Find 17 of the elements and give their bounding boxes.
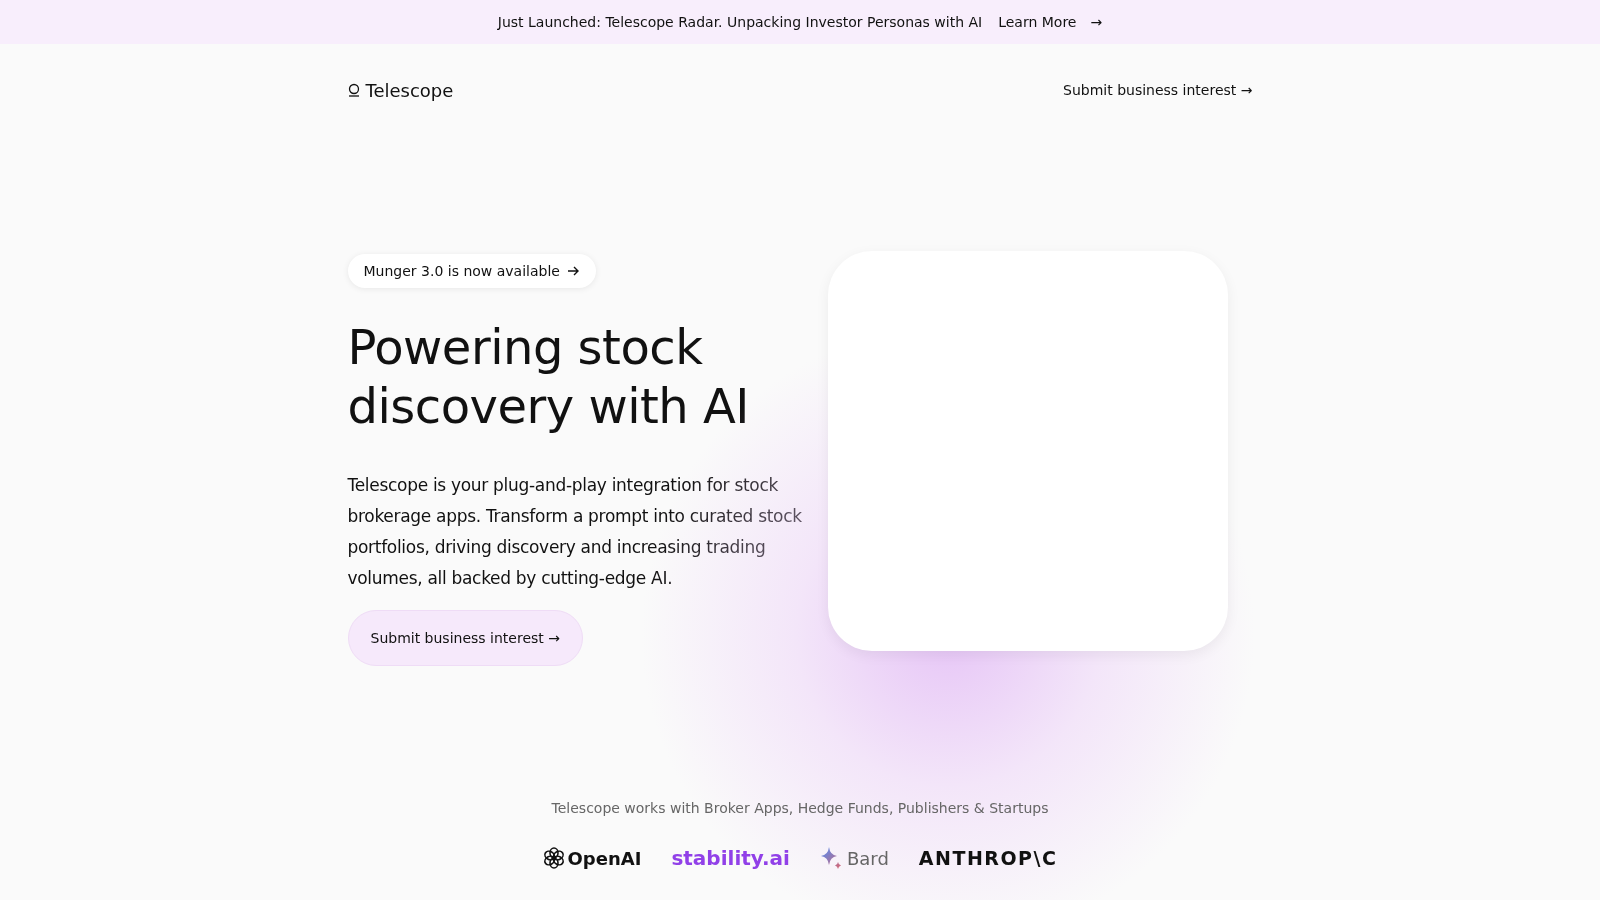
hero-description: Telescope is your plug-and-play integration for stock brokerage apps. Transform a prompt into curated stock portfolios, driving discovery and increasing trading volumes, all backed by cutting-edge AI. <box>347 474 803 590</box>
brand-name: Telescope <box>365 79 454 101</box>
learn-more-link[interactable]: Learn More → <box>998 14 1103 30</box>
announcement-text: Just Launched: Telescope Radar. Unpacking Investor Personas with AI <box>497 14 983 30</box>
partner-name: Bard <box>846 847 889 869</box>
partner-name: ANTHROP\C <box>918 847 1058 869</box>
brand-logo[interactable]: Telescope <box>347 79 454 101</box>
logo-icon <box>347 83 360 97</box>
nav-link[interactable]: Submit business interest → <box>1063 82 1253 98</box>
partners-caption: Telescope works with Broker Apps, Hedge Funds, Publishers & Startups <box>551 800 1049 816</box>
knot-icon <box>542 847 565 869</box>
submit-interest-button[interactable]: Submit business interest → <box>347 610 583 666</box>
arrow-icon <box>565 264 580 278</box>
partner-name: stability.ai <box>671 846 790 870</box>
announcement-badge[interactable]: Munger 3.0 is now available <box>347 254 596 288</box>
hero-title: Powering stock discovery with AI <box>347 318 750 436</box>
partner-name: OpenAI <box>567 847 642 869</box>
